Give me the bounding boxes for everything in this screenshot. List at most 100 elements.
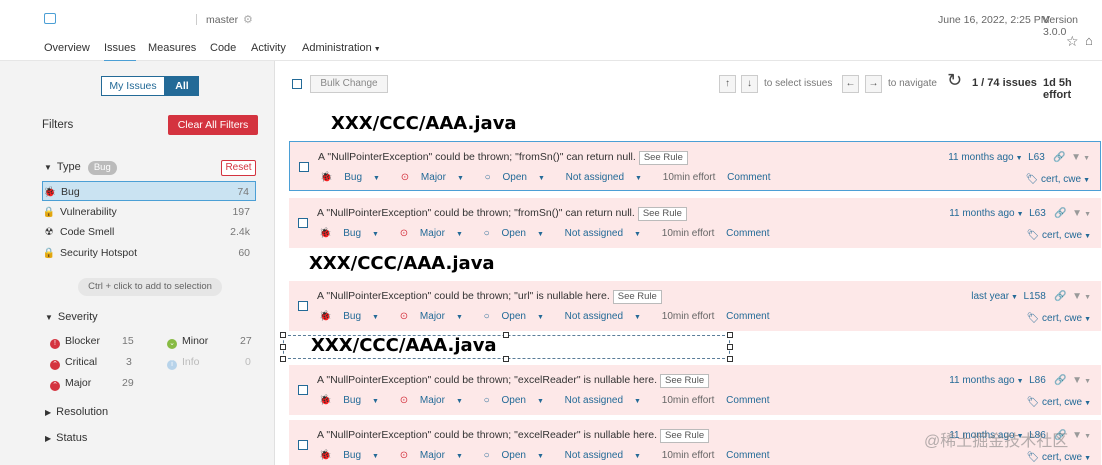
type-filter-security-hotspot[interactable]: 🔒 Security Hotspot 60 [42,243,256,263]
filter-icon[interactable]: ▼ [1071,152,1081,163]
comment-link[interactable]: Comment [726,311,769,322]
link-icon[interactable]: 🔗 [1054,208,1066,219]
issue-item[interactable]: A "NullPointerException" could be thrown… [289,198,1101,248]
issue-age[interactable]: 11 months ago [948,152,1013,163]
severity-filter-major[interactable]: ⌃ Major 29 [50,376,135,391]
issue-item[interactable]: A "NullPointerException" could be thrown… [289,281,1101,331]
issue-status[interactable]: ○ Open ▼ [484,228,553,239]
project-icon[interactable] [44,13,56,24]
nav-activity[interactable]: Activity [251,41,286,55]
issue-tags[interactable]: 🏷 cert, cwe ▼ [1027,452,1091,463]
issue-message[interactable]: A "NullPointerException" could be thrown… [317,207,687,221]
issue-tags[interactable]: 🏷 cert, cwe ▼ [1027,397,1091,408]
link-icon[interactable]: 🔗 [1053,152,1065,163]
nav-code[interactable]: Code [210,41,236,55]
status-facet-header[interactable]: ▶ Status [45,432,87,444]
comment-link[interactable]: Comment [726,450,769,461]
issue-status[interactable]: ○ Open ▼ [484,311,553,322]
issue-checkbox[interactable] [298,440,308,450]
issue-age[interactable]: 11 months ago [949,208,1014,219]
resize-handle[interactable] [727,332,733,338]
issue-assignee[interactable]: Not assigned ▼ [566,172,651,183]
issue-message[interactable]: A "NullPointerException" could be thrown… [317,429,710,443]
see-rule-button[interactable]: See Rule [612,290,662,304]
issue-status[interactable]: ○ Open ▼ [484,395,553,406]
issue-message[interactable]: A "NullPointerException" could be thrown… [317,374,710,388]
filter-icon[interactable]: ▼ [1072,291,1082,302]
issue-checkbox[interactable] [298,218,308,228]
issue-severity[interactable]: ⊙ Major ▼ [401,172,473,183]
type-facet-header[interactable]: ▼ Type Bug [44,161,117,175]
see-rule-button[interactable]: See Rule [637,207,687,221]
severity-filter-minor[interactable]: ⌄ Minor 27 [167,334,252,349]
branch-settings-icon[interactable]: ⚙ [243,13,253,26]
issue-assignee[interactable]: Not assigned ▼ [565,450,650,461]
filter-icon[interactable]: ▼ [1072,208,1082,219]
all-issues-button[interactable]: All [165,76,199,96]
issue-type[interactable]: 🐞 Bug ▼ [320,172,389,183]
issue-message[interactable]: A "NullPointerException" could be thrown… [317,290,662,304]
issue-checkbox[interactable] [299,162,309,172]
my-issues-button[interactable]: My Issues [101,76,165,96]
see-rule-button[interactable]: See Rule [660,429,710,443]
link-icon[interactable]: 🔗 [1054,291,1066,302]
issue-status[interactable]: ○ Open ▼ [485,172,554,183]
filter-icon[interactable]: ▼ [1072,430,1082,441]
severity-facet-header[interactable]: ▼ Severity [45,311,98,323]
nav-measures[interactable]: Measures [148,41,196,55]
issue-age[interactable]: last year [971,291,1009,302]
issue-type[interactable]: 🐞 Bug ▼ [319,450,388,461]
issue-assignee[interactable]: Not assigned ▼ [565,395,650,406]
resize-handle[interactable] [503,332,509,338]
issue-item[interactable]: A "NullPointerException" could be thrown… [289,365,1101,415]
nav-administration[interactable]: Administration ▼ [302,41,381,57]
issue-item[interactable]: A "NullPointerException" could be thrown… [289,141,1101,191]
reset-type-button[interactable]: Reset [221,160,256,176]
type-filter-vulnerability[interactable]: 🔒 Vulnerability 197 [42,202,256,222]
issue-status[interactable]: ○ Open ▼ [484,450,553,461]
issue-line[interactable]: L63 [1028,152,1045,163]
severity-filter-critical[interactable]: ⌃ Critical 3 [50,355,135,370]
resize-handle[interactable] [727,356,733,362]
bulk-change-button[interactable]: Bulk Change [310,75,388,93]
issue-type[interactable]: 🐞 Bug ▼ [319,311,388,322]
link-icon[interactable]: 🔗 [1054,375,1066,386]
issue-type[interactable]: 🐞 Bug ▼ [319,228,388,239]
see-rule-button[interactable]: See Rule [660,374,710,388]
resize-handle[interactable] [280,356,286,362]
issue-line[interactable]: L158 [1024,291,1046,302]
issue-age[interactable]: 11 months ago [949,375,1014,386]
resolution-facet-header[interactable]: ▶ Resolution [45,406,108,418]
type-filter-bug[interactable]: 🐞 Bug 74 [42,181,256,201]
home-icon[interactable]: ⌂ [1085,33,1093,48]
comment-link[interactable]: Comment [726,228,769,239]
issue-tags[interactable]: 🏷 cert, cwe ▼ [1027,313,1091,324]
select-all-checkbox[interactable] [292,79,302,89]
type-filter-code-smell[interactable]: ☢ Code Smell 2.4k [42,222,256,242]
nav-overview[interactable]: Overview [44,41,90,55]
severity-filter-blocker[interactable]: ! Blocker 15 [50,334,135,349]
resize-handle[interactable] [503,356,509,362]
resize-handle[interactable] [280,344,286,350]
comment-link[interactable]: Comment [726,395,769,406]
issue-assignee[interactable]: Not assigned ▼ [565,228,650,239]
issue-message[interactable]: A "NullPointerException" could be thrown… [318,151,688,165]
reload-icon[interactable]: ↻ [947,70,962,91]
filter-icon[interactable]: ▼ [1072,375,1082,386]
issue-checkbox[interactable] [298,301,308,311]
issue-severity[interactable]: ⊙ Major ▼ [400,311,472,322]
issue-tags[interactable]: 🏷 cert, cwe ▼ [1026,174,1090,185]
issue-type[interactable]: 🐞 Bug ▼ [319,395,388,406]
resize-handle[interactable] [727,344,733,350]
issue-severity[interactable]: ⊙ Major ▼ [400,228,472,239]
issue-severity[interactable]: ⊙ Major ▼ [400,450,472,461]
issue-line[interactable]: L63 [1029,208,1046,219]
favorite-star-icon[interactable]: ☆ [1066,33,1079,50]
issue-severity[interactable]: ⊙ Major ▼ [400,395,472,406]
issue-line[interactable]: L86 [1029,375,1046,386]
branch-label[interactable]: master [206,14,238,26]
clear-all-filters-button[interactable]: Clear All Filters [168,115,258,135]
resize-handle[interactable] [280,332,286,338]
issue-checkbox[interactable] [298,385,308,395]
severity-filter-info[interactable]: i Info 0 [167,355,252,370]
